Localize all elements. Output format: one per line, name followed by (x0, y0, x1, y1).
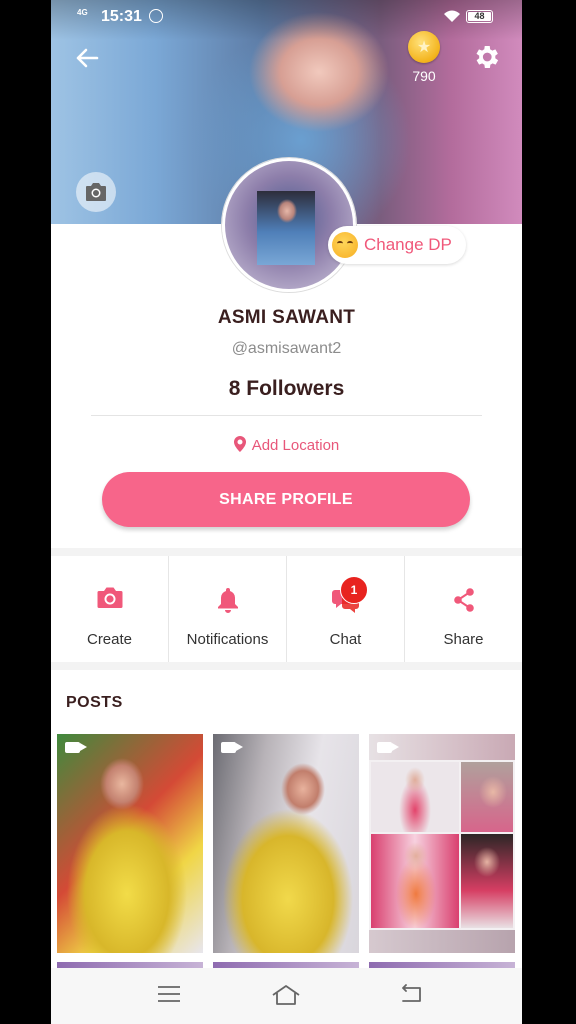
avatar[interactable] (222, 158, 356, 292)
app-screen: 4G 15:31 48 ★ 790 Change DP ASMI SAWANT … (51, 0, 522, 1024)
create-label: Create (86, 631, 133, 648)
video-icon (221, 742, 243, 753)
system-nav-bar (51, 968, 522, 1024)
profile-handle: @asmisawant2 (231, 340, 342, 357)
post-thumbnail[interactable] (213, 734, 359, 953)
bell-icon (217, 588, 238, 613)
post-thumbnail[interactable] (369, 734, 515, 953)
whatsapp-icon (149, 9, 163, 23)
video-icon (65, 742, 87, 753)
profile-name: ASMI SAWANT (217, 307, 356, 328)
battery-level: 48 (468, 12, 491, 21)
divider (91, 415, 482, 416)
menu-icon[interactable] (157, 984, 181, 1004)
gear-icon[interactable] (471, 42, 501, 72)
back-nav-icon[interactable] (399, 984, 423, 1004)
add-location-link[interactable]: Add Location (51, 436, 522, 454)
location-pin-icon (233, 436, 246, 452)
followers-count[interactable]: 8 Followers (51, 377, 522, 401)
video-icon (377, 742, 399, 753)
change-dp-label: Change DP (364, 235, 452, 254)
posts-heading: POSTS (66, 694, 123, 711)
share-icon (453, 588, 474, 612)
share-profile-button[interactable]: SHARE PROFILE (102, 472, 470, 527)
posts-section: POSTS (51, 670, 522, 970)
edit-cover-button[interactable] (76, 172, 116, 212)
camera-icon (86, 183, 106, 201)
change-dp-button[interactable]: Change DP (328, 226, 466, 264)
back-arrow-icon[interactable] (73, 44, 101, 72)
status-time: 15:31 (101, 8, 142, 25)
chat-label: Chat (329, 631, 362, 648)
notifications-button[interactable]: Notifications (168, 556, 286, 662)
camera-icon (97, 587, 122, 608)
network-indicator: 4G (77, 8, 88, 17)
status-bar: 4G 15:31 48 (51, 0, 522, 34)
share-label: Share (443, 631, 484, 648)
action-bar: Create Notifications Chat Share (51, 556, 522, 662)
wifi-icon (444, 10, 460, 22)
coin-icon[interactable]: ★ (408, 31, 440, 63)
home-icon[interactable] (271, 984, 301, 1006)
kissing-face-icon (332, 232, 358, 258)
chat-button[interactable]: Chat (286, 556, 404, 662)
coin-count: 790 (412, 68, 436, 84)
create-button[interactable]: Create (51, 556, 168, 662)
add-location-label: Add Location (251, 437, 340, 454)
chat-unread-badge: 1 (340, 576, 368, 604)
post-thumbnail[interactable] (57, 734, 203, 953)
battery-icon: 48 (466, 10, 493, 23)
share-button[interactable]: Share (404, 556, 522, 662)
notifications-label: Notifications (186, 631, 269, 648)
